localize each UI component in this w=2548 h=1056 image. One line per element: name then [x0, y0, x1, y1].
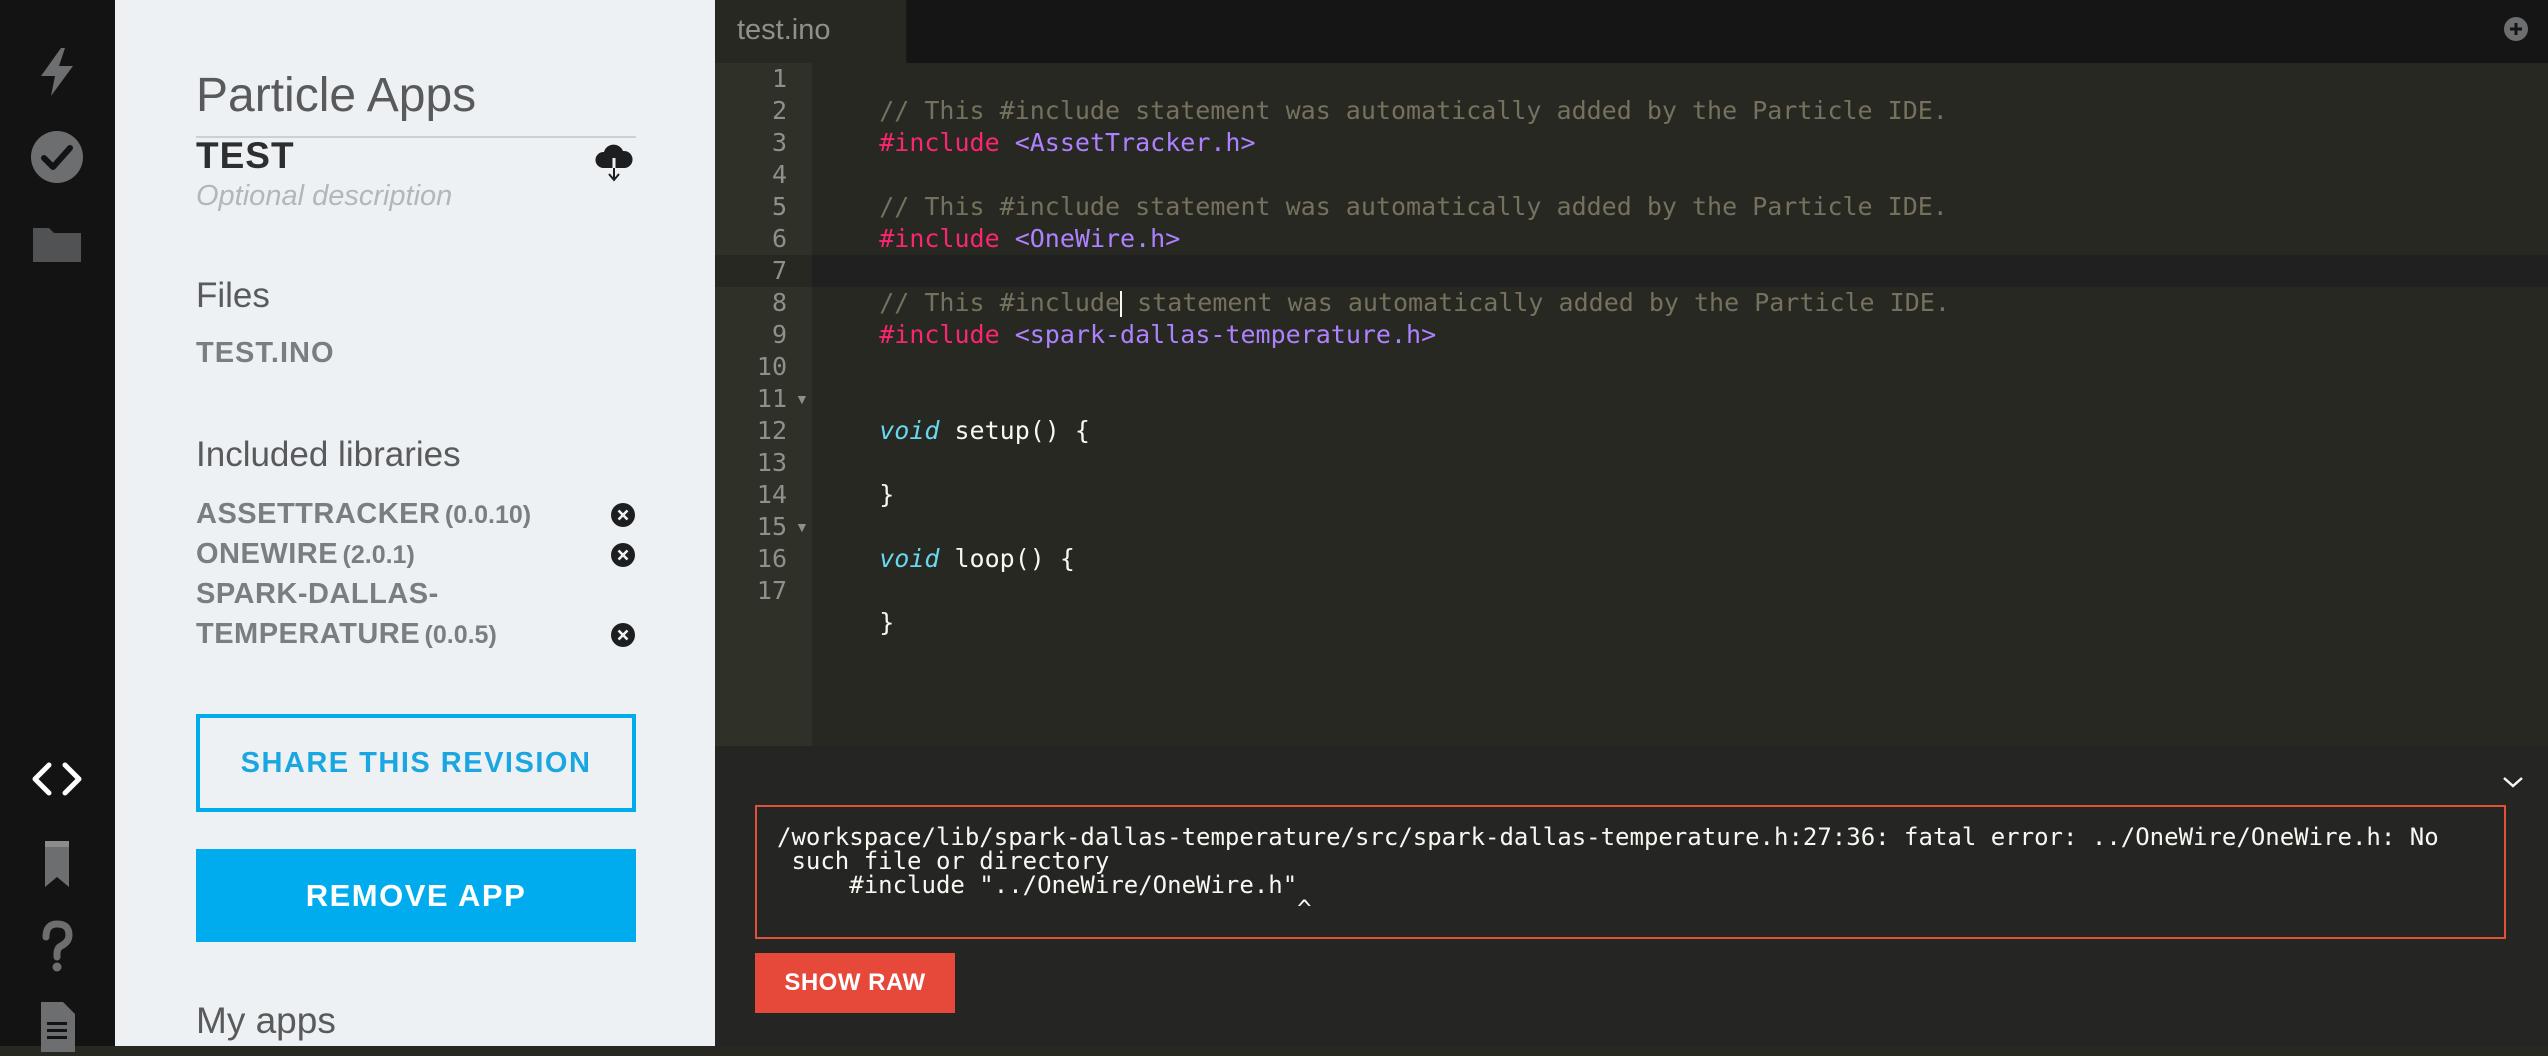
code-line-8[interactable]: #include <spark-dallas-temperature.h>	[819, 287, 1436, 349]
code-line-11[interactable]: void setup() {	[819, 383, 1090, 445]
line-number: 13	[756, 448, 787, 477]
library-version: (0.0.10)	[444, 501, 532, 529]
line-number: 14	[756, 480, 787, 509]
description-field[interactable]: Optional description	[196, 180, 452, 213]
code-icon[interactable]	[27, 749, 87, 809]
line-number: 5	[771, 192, 787, 221]
line-number: 11	[756, 384, 787, 413]
code-include-keyword: #include	[879, 320, 1000, 349]
editor-tab-bar: test.ino	[715, 0, 2548, 63]
show-raw-button[interactable]: SHOW RAW	[755, 953, 955, 1013]
folder-icon[interactable]	[27, 212, 87, 272]
line-number: 15	[756, 512, 787, 541]
code-include-path: <AssetTracker.h>	[1014, 128, 1256, 157]
code-brace: }	[879, 480, 895, 509]
file-item[interactable]: TEST.INO	[196, 337, 335, 370]
library-item-assettracker[interactable]: ASSETTRACKER (0.0.10)	[196, 494, 636, 534]
line-number: 12	[756, 416, 787, 445]
line-number: 1	[771, 64, 787, 93]
library-version: (2.0.1)	[342, 541, 415, 569]
error-message-box: /workspace/lib/spark-dallas-temperature/…	[755, 805, 2506, 939]
code-brace: }	[879, 608, 895, 637]
line-number: 17	[756, 576, 787, 605]
fold-arrow-icon[interactable]: ▼	[795, 511, 809, 543]
line-number: 4	[771, 160, 787, 189]
code-line-13[interactable]: }	[819, 447, 894, 509]
code-type: void	[879, 544, 940, 573]
code-line-1[interactable]: // This #include statement was automatic…	[819, 63, 1948, 125]
library-item-spark-dallas-temperature[interactable]: SPARK-DALLAS- TEMPERATURE (0.0.5)	[196, 574, 636, 654]
docs-icon[interactable]	[27, 996, 87, 1056]
library-version: (0.0.5)	[424, 621, 497, 649]
remove-library-icon[interactable]	[610, 502, 636, 528]
files-heading: Files	[196, 276, 270, 315]
library-name: ASSETTRACKER	[196, 498, 441, 530]
library-name: SPARK-DALLAS-	[196, 578, 439, 610]
line-number: 6	[771, 224, 787, 253]
share-revision-button[interactable]: SHARE THIS REVISION	[196, 714, 636, 812]
flash-icon[interactable]	[27, 42, 87, 102]
app-name[interactable]: TEST	[196, 135, 295, 177]
collapse-console-chevron-icon[interactable]	[2498, 772, 2528, 792]
code-line-2[interactable]: #include <AssetTracker.h>	[819, 95, 1255, 157]
code-editor[interactable]: // This #include statement was automatic…	[812, 63, 2548, 746]
code-type: void	[879, 416, 940, 445]
library-name-continued: TEMPERATURE	[196, 618, 421, 650]
build-console: /workspace/lib/spark-dallas-temperature/…	[715, 746, 2548, 1046]
verify-check-icon[interactable]	[27, 127, 87, 187]
fold-arrow-icon[interactable]: ▼	[795, 383, 809, 415]
icon-rail	[0, 0, 115, 1052]
code-line-5[interactable]: #include <OneWire.h>	[819, 191, 1180, 253]
code-include-path: <OneWire.h>	[1014, 224, 1181, 253]
remove-app-button[interactable]: REMOVE APP	[196, 849, 636, 942]
line-number: 10	[756, 352, 787, 381]
code-include-keyword: #include	[879, 128, 1000, 157]
code-function: loop() {	[939, 544, 1075, 573]
code-function: setup() {	[939, 416, 1090, 445]
code-line-17[interactable]: }	[819, 575, 894, 637]
help-icon[interactable]	[27, 915, 87, 975]
error-line: ^	[777, 895, 1312, 923]
error-message: /workspace/lib/spark-dallas-temperature/…	[777, 825, 2484, 921]
sidebar-title: Particle Apps	[196, 66, 636, 138]
line-number: 3	[771, 128, 787, 157]
code-line-7[interactable]: // This #include statement was automatic…	[819, 255, 1950, 317]
library-item-onewire[interactable]: ONEWIRE (2.0.1)	[196, 534, 636, 574]
line-number: 7	[771, 256, 787, 285]
code-line-4[interactable]: // This #include statement was automatic…	[819, 159, 1948, 221]
libraries-bookmark-icon[interactable]	[27, 833, 87, 893]
line-number: 2	[771, 96, 787, 125]
remove-library-icon[interactable]	[610, 622, 636, 648]
library-name: ONEWIRE	[196, 538, 339, 570]
line-number: 9	[771, 320, 787, 349]
code-include-path: <spark-dallas-temperature.h>	[1014, 320, 1437, 349]
sidebar: Particle Apps TEST Optional description …	[115, 0, 715, 1046]
remove-library-icon[interactable]	[610, 542, 636, 568]
code-line-15[interactable]: void loop() {	[819, 511, 1075, 573]
my-apps-heading: My apps	[196, 1000, 336, 1041]
line-number-gutter: 1 2 3 4 5 6 7 8 9 10 11 ▼ 12 13 14 15 ▼ …	[715, 63, 812, 746]
cloud-download-icon[interactable]	[593, 140, 635, 182]
line-number: 8	[771, 288, 787, 317]
line-number: 16	[756, 544, 787, 573]
libraries-heading: Included libraries	[196, 435, 461, 474]
add-file-icon[interactable]	[2502, 15, 2530, 43]
code-include-keyword: #include	[879, 224, 1000, 253]
tab-test-ino[interactable]: test.ino	[715, 0, 907, 63]
